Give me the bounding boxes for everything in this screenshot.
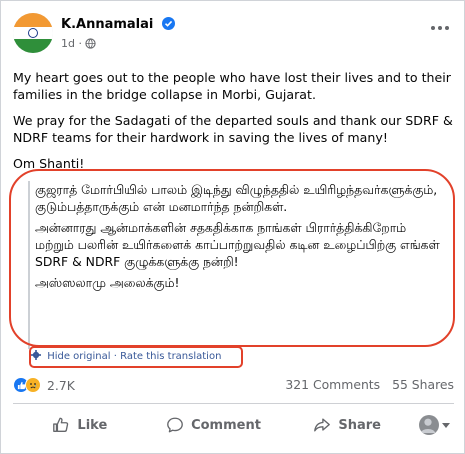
comment-button[interactable]: Comment [147,409,281,441]
translation-paragraph-2: அன்னாரது ஆன்மாக்களின் சதகதிக்காக நாங்கள்… [35,220,440,269]
translation-links: Hide original · Rate this translation [31,350,221,362]
sad-reaction-icon [25,377,41,393]
translation-quote-bar [28,181,30,349]
shares-count[interactable]: 55 Shares [392,377,454,392]
share-button[interactable]: Share [280,409,414,441]
thumbs-up-icon [53,417,69,432]
author-name-text[interactable]: K.Annamalai [61,17,153,32]
post-paragraph-1: My heart goes out to the people who have… [13,70,451,102]
author-avatar[interactable] [13,13,53,53]
translation-text: குஜராத் மோர்பியில் பாலம் இடிந்து விழுந்த… [35,181,445,295]
globe-icon [85,38,97,49]
more-dots-icon[interactable] [428,19,452,37]
comment-label: Comment [191,417,261,433]
react-as-selector[interactable] [414,409,454,441]
post-body: My heart goes out to the people who have… [13,69,454,181]
post-card: K.Annamalai 1d · My heart goes out to th… [0,0,465,454]
reaction-count[interactable]: 2.7K [47,378,75,393]
meta-separator: · [78,37,82,50]
verified-badge-icon [161,17,175,30]
hide-original-link[interactable]: Hide original [47,351,110,362]
reactions-summary[interactable]: 2.7K [13,377,75,393]
translation-block: குஜராத் மோர்பியில் பாலம் இடிந்து விழுந்த… [9,169,455,371]
comments-count[interactable]: 321 Comments [285,377,380,392]
engagement-counts: 321 Comments 55 Shares [285,377,454,392]
user-avatar [418,415,439,435]
link-separator: · [113,351,117,362]
actions-divider [13,403,454,404]
post-stats: 2.7K 321 Comments 55 Shares [13,377,454,395]
gear-icon [31,350,41,360]
chevron-down-icon [441,422,450,428]
translation-paragraph-3: அஸ்ஸலாமு அலைக்கும்! [35,275,180,290]
post-paragraph-3: Om Shanti! [13,156,85,171]
post-paragraph-2: We pray for the Sadagati of the departed… [13,113,453,145]
share-arrow-icon [314,418,331,432]
like-button[interactable]: Like [13,409,147,441]
post-actions: Like Comment Share [13,407,454,443]
post-time[interactable]: 1d [61,37,75,50]
share-label: Share [338,417,381,433]
author-name[interactable]: K.Annamalai [61,17,175,32]
like-label: Like [77,417,108,433]
comment-bubble-icon [167,417,183,433]
rate-translation-link[interactable]: Rate this translation [120,351,221,362]
post-meta: 1d · [61,37,97,50]
translation-paragraph-1: குஜராத் மோர்பியில் பாலம் இடிந்து விழுந்த… [35,182,438,214]
post-header: K.Annamalai 1d · [13,13,454,57]
